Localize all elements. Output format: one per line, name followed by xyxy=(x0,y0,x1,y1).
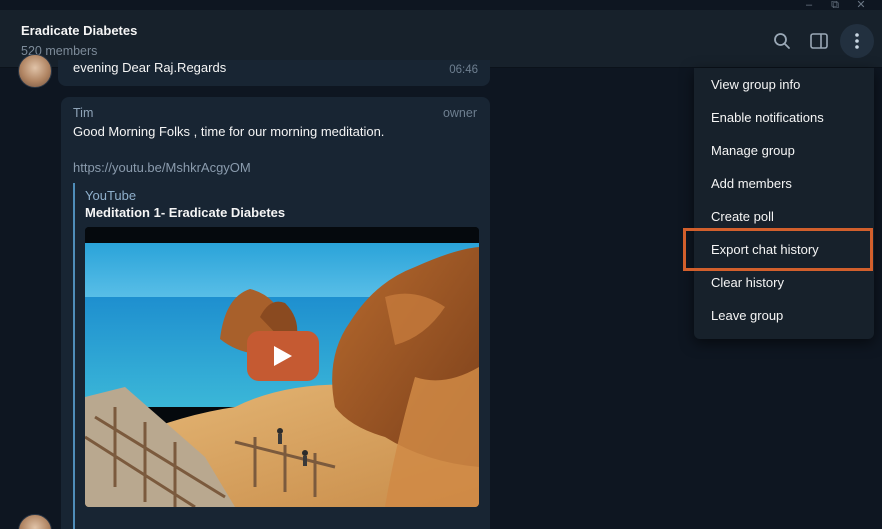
window-controls: – ⧉ ✕ xyxy=(802,0,882,11)
chat-options-menu: View group info Enable notifications Man… xyxy=(694,68,874,339)
message-text: Good Morning Folks , time for our mornin… xyxy=(73,124,385,139)
avatar[interactable] xyxy=(18,54,52,88)
message-link[interactable]: https://youtu.be/MshkrAcgyOM xyxy=(73,160,251,175)
menu-item-manage-group[interactable]: Manage group xyxy=(694,134,874,167)
menu-item-leave-group[interactable]: Leave group xyxy=(694,299,874,332)
menu-item-enable-notifications[interactable]: Enable notifications xyxy=(694,101,874,134)
restore-icon[interactable]: ⧉ xyxy=(828,0,842,11)
search-icon[interactable] xyxy=(771,30,793,52)
chat-window: – ⧉ ✕ Eradicate Diabetes 520 members eve… xyxy=(0,0,882,529)
avatar[interactable] xyxy=(18,514,52,529)
message-time: 06:46 xyxy=(449,64,478,76)
sender-role-badge: owner xyxy=(442,106,477,120)
sidebar-toggle-icon[interactable] xyxy=(808,30,830,52)
video-thumbnail[interactable] xyxy=(85,227,479,507)
minimize-icon[interactable]: – xyxy=(802,0,816,11)
menu-item-view-group-info[interactable]: View group info xyxy=(694,68,874,101)
menu-item-add-members[interactable]: Add members xyxy=(694,167,874,200)
menu-item-create-poll[interactable]: Create poll xyxy=(694,200,874,233)
message-bubble-previous: evening Dear Raj.Regards 06:46 xyxy=(58,60,490,86)
link-preview: YouTube Meditation 1- Eradicate Diabetes xyxy=(73,183,479,529)
message-text: evening Dear Raj.Regards xyxy=(73,60,227,75)
message-bubble: Tim owner Good Morning Folks , time for … xyxy=(61,97,490,529)
menu-item-export-chat-history[interactable]: Export chat history xyxy=(694,233,874,266)
sender-name[interactable]: Tim xyxy=(73,106,93,120)
menu-item-clear-history[interactable]: Clear history xyxy=(694,266,874,299)
close-icon[interactable]: ✕ xyxy=(854,0,868,11)
preview-title[interactable]: Meditation 1- Eradicate Diabetes xyxy=(85,205,285,220)
preview-site-name: YouTube xyxy=(85,188,137,203)
chat-title[interactable]: Eradicate Diabetes xyxy=(21,23,137,38)
play-icon[interactable] xyxy=(247,331,319,381)
more-vertical-icon[interactable] xyxy=(840,24,874,58)
